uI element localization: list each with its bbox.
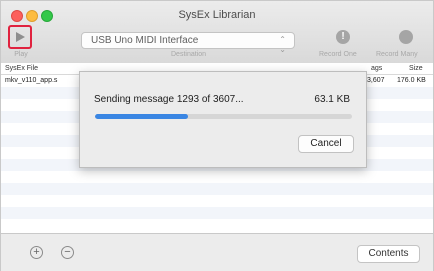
updown-chevron-icon: ⌃ ⌄	[279, 35, 286, 54]
column-header-size[interactable]: Size	[409, 63, 423, 74]
destination-select[interactable]: USB Uno MIDI Interface ⌃ ⌄	[81, 32, 295, 54]
toolbar: SysEx Librarian Play USB Uno MIDI Interf…	[1, 1, 433, 64]
empty-row	[1, 207, 433, 219]
exclamation-icon: !	[341, 31, 345, 42]
progress-bar-fill	[95, 114, 188, 119]
column-header-file[interactable]: SysEx File	[5, 63, 38, 74]
record-one-label: Record One	[319, 51, 357, 58]
empty-row	[1, 183, 433, 195]
empty-row	[1, 219, 433, 231]
play-label: Play	[14, 51, 28, 58]
progress-message: Sending message 1293 of 3607...	[94, 94, 244, 105]
cell-messages: 3,607	[367, 77, 385, 84]
sending-progress-sheet: Sending message 1293 of 3607... 63.1 KB …	[79, 71, 367, 168]
footer-bar: + − Contents	[1, 233, 433, 271]
cell-file: mkv_v110_app.s	[5, 77, 58, 84]
progress-bar	[95, 114, 352, 119]
play-button[interactable]	[8, 25, 32, 49]
record-many-button[interactable]	[399, 30, 413, 44]
play-icon	[16, 32, 25, 42]
cell-size: 176.0 KB	[397, 77, 426, 84]
column-header-messages[interactable]: ags	[371, 63, 382, 74]
remove-file-button[interactable]: −	[61, 246, 74, 259]
cancel-button[interactable]: Cancel	[298, 135, 354, 153]
destination-value: USB Uno MIDI Interface	[91, 35, 199, 46]
contents-button[interactable]: Contents	[357, 245, 420, 263]
record-many-label: Record Many	[376, 51, 418, 58]
destination-label: Destination	[171, 51, 207, 58]
empty-row	[1, 195, 433, 207]
progress-size: 63.1 KB	[314, 94, 350, 105]
empty-row	[1, 171, 433, 183]
window-title: SysEx Librarian	[178, 9, 256, 21]
add-file-button[interactable]: +	[30, 246, 43, 259]
